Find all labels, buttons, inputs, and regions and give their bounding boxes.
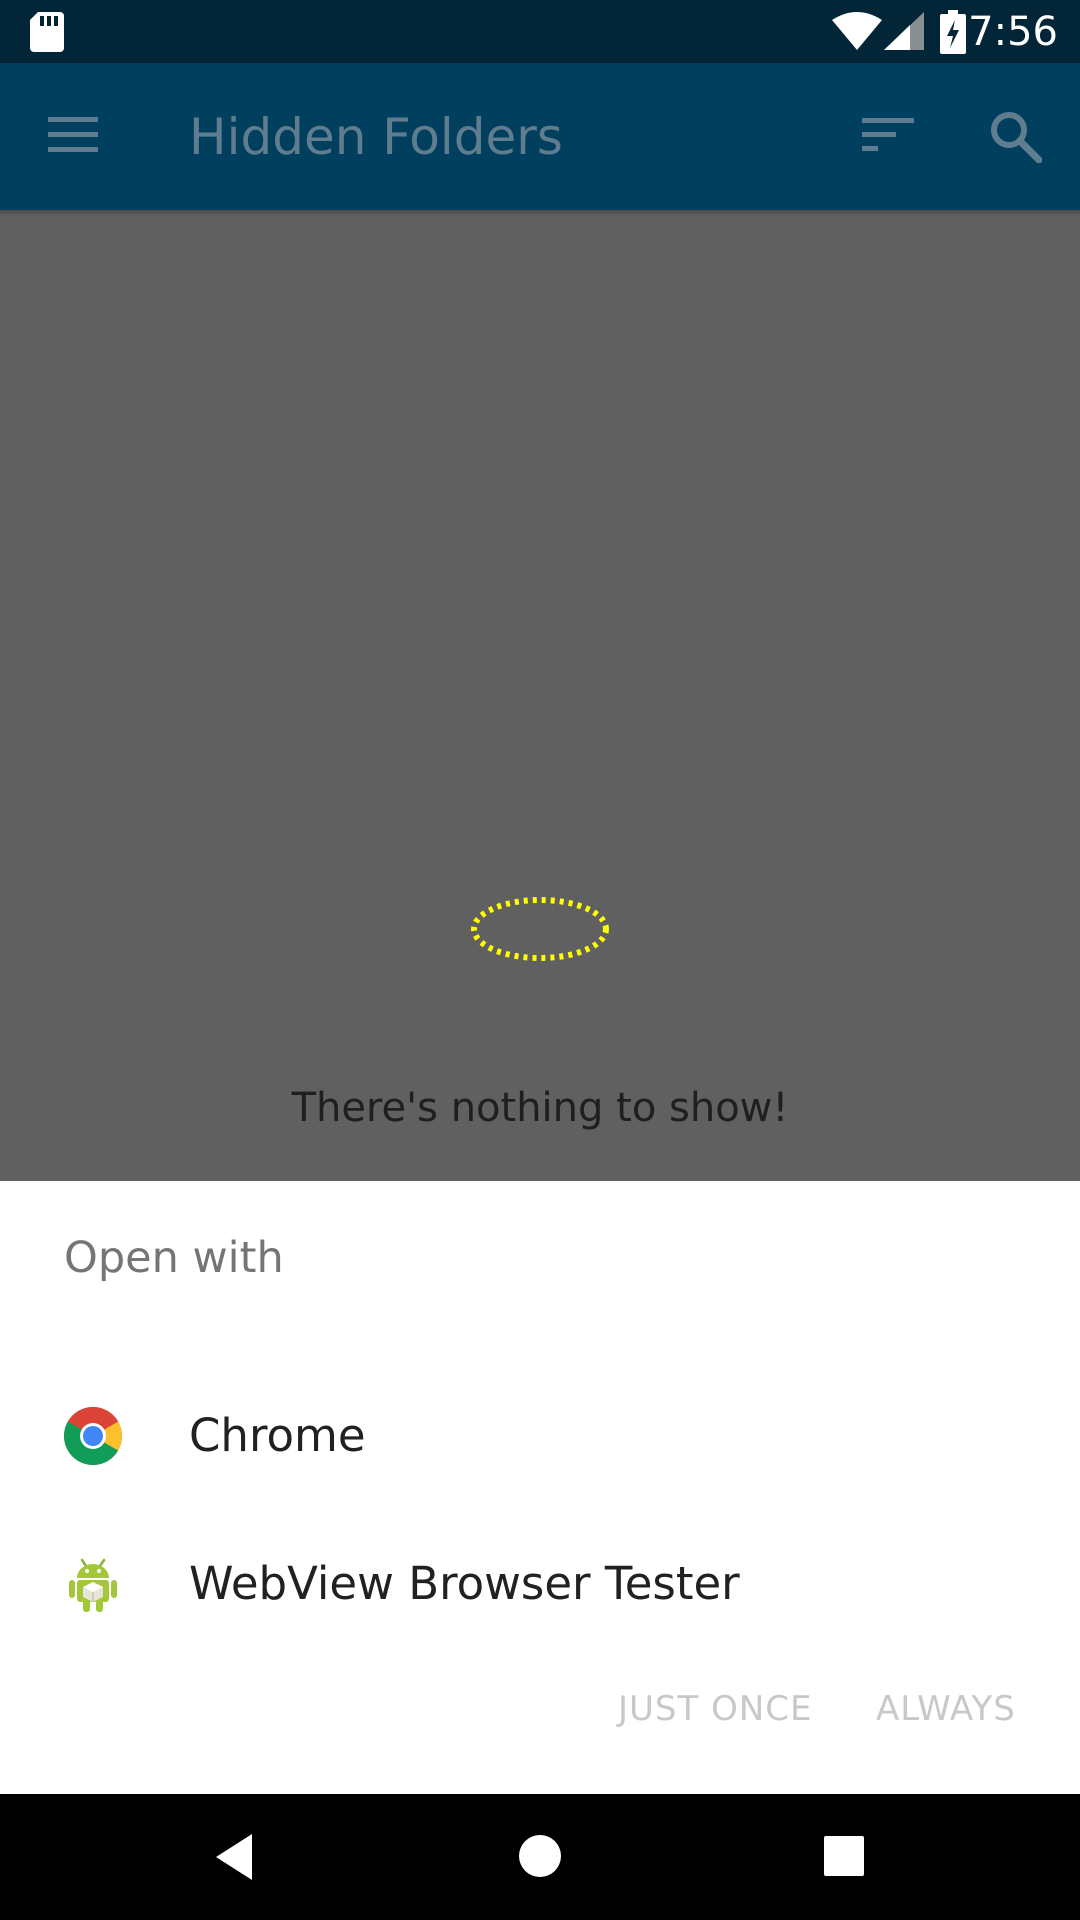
sd-card-icon: [30, 12, 64, 52]
tap-highlight-ring: [471, 897, 609, 961]
app-option-chrome[interactable]: Chrome: [0, 1362, 1080, 1510]
empty-state-message: There's nothing to show!: [291, 1085, 789, 1131]
app-label-webview-browser-tester: WebView Browser Tester: [189, 1557, 740, 1610]
android-icon: [69, 1558, 117, 1612]
status-bar: 7:56: [0, 0, 1080, 63]
wifi-icon: [832, 12, 882, 50]
always-button[interactable]: ALWAYS: [876, 1687, 1016, 1731]
search-icon[interactable]: [990, 111, 1042, 163]
app-option-webview-browser-tester[interactable]: WebView Browser Tester: [0, 1510, 1080, 1658]
menu-icon[interactable]: [48, 115, 98, 155]
recents-icon[interactable]: [824, 1836, 864, 1876]
app-bar: Hidden Folders: [0, 63, 1080, 210]
sort-icon[interactable]: [862, 115, 914, 155]
back-icon[interactable]: [212, 1832, 256, 1882]
home-icon[interactable]: [518, 1834, 562, 1878]
screen: 7:56 Hidden Folders There's nothing to s…: [0, 0, 1080, 1920]
app-bar-shadow: [0, 210, 1080, 216]
chrome-icon: [64, 1407, 122, 1465]
open-with-sheet: Open with Chrome WebView Browser Tester …: [0, 1181, 1080, 1794]
battery-charging-icon: [940, 10, 966, 54]
status-clock: 7:56: [968, 9, 1058, 55]
just-once-button[interactable]: JUST ONCE: [618, 1687, 813, 1731]
sheet-title: Open with: [64, 1233, 284, 1283]
app-title: Hidden Folders: [189, 108, 563, 166]
navigation-bar: [0, 1794, 1080, 1920]
app-label-chrome: Chrome: [189, 1409, 366, 1462]
signal-icon: [884, 12, 924, 50]
